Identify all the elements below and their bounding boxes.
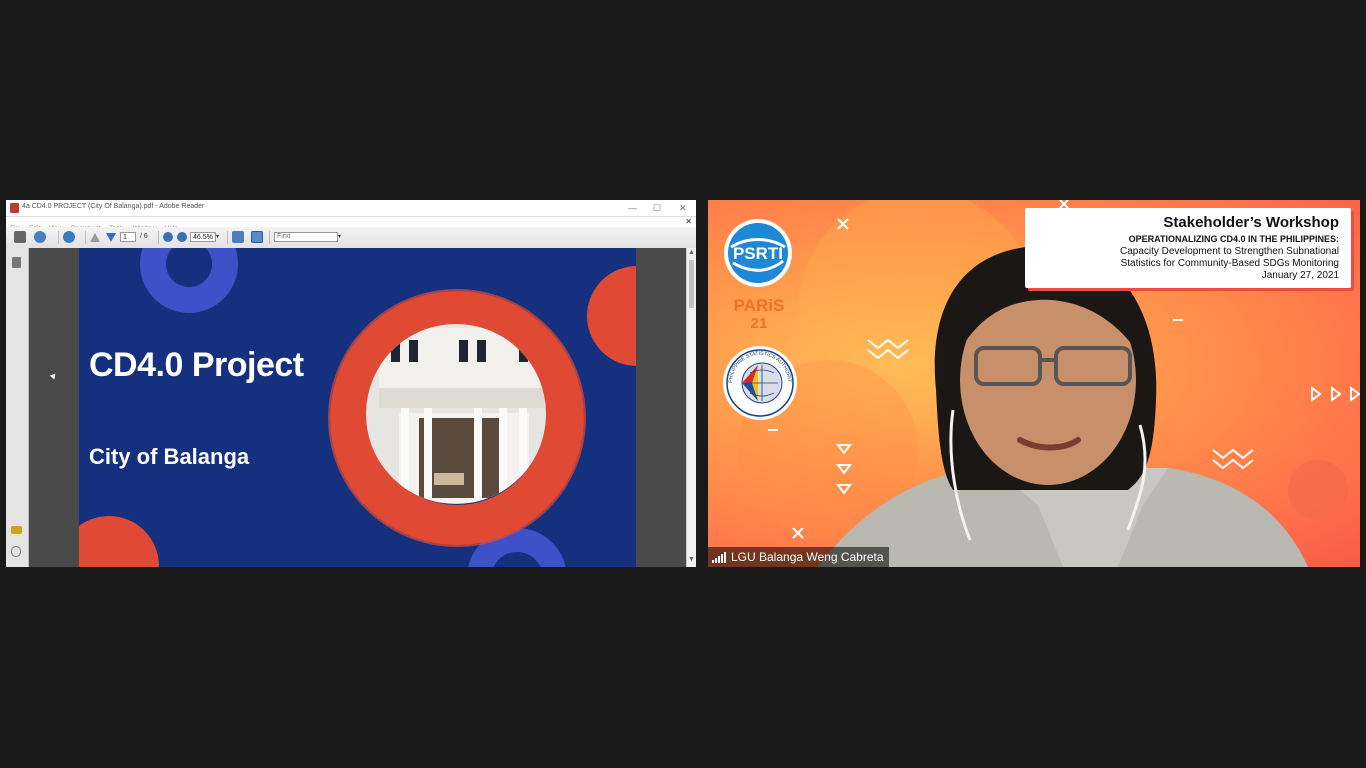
previous-page-icon[interactable] [90, 233, 100, 242]
print-icon[interactable] [14, 231, 26, 243]
banner-line-2: Statistics for Community-Based SDGs Moni… [1120, 258, 1339, 269]
screen-share-tile[interactable]: 4a CD4.0 PROJECT (City Of Balanga).pdf -… [6, 200, 696, 567]
scroll-thumb[interactable] [689, 260, 694, 308]
document-area[interactable]: CD4.0 Project City of Balanga [29, 248, 686, 567]
workshop-banner: Stakeholder’s Workshop OPERATIONALIZING … [1025, 208, 1351, 288]
paris21-logo: PARiS 21 [733, 296, 785, 332]
vertical-scrollbar[interactable]: ▲ ▼ [686, 248, 696, 567]
pdf-file-icon [10, 203, 19, 213]
attachments-icon[interactable] [11, 546, 21, 557]
reader-title-bar: 4a CD4.0 PROJECT (City Of Balanga).pdf -… [6, 200, 696, 217]
zoom-input[interactable]: 46.5% [190, 232, 216, 242]
close-button[interactable]: ✕ [679, 202, 687, 214]
banner-subtitle: OPERATIONALIZING CD4.0 IN THE PHILIPPINE… [1128, 234, 1339, 244]
participant-name: LGU Balanga Weng Cabreta [731, 550, 884, 564]
banner-title: Stakeholder’s Workshop [1163, 214, 1339, 231]
pages-icon[interactable] [12, 257, 21, 268]
signal-bars-icon [712, 551, 726, 563]
zoom-dropdown-icon[interactable]: ▾ [216, 232, 219, 244]
menu-bar: File Edit View Document Tools Window Hel… [6, 217, 696, 232]
maximize-button[interactable]: ☐ [653, 202, 661, 214]
window-title: 4a CD4.0 PROJECT (City Of Balanga).pdf -… [22, 203, 205, 210]
fit-width-icon[interactable] [251, 231, 263, 243]
fit-page-icon[interactable] [232, 231, 244, 243]
participant-name-tag: LGU Balanga Weng Cabreta [708, 547, 889, 567]
navigation-panel [6, 248, 29, 567]
close-document-icon[interactable]: ✕ [685, 217, 692, 227]
create-pdf-icon[interactable] [34, 231, 46, 243]
page-total: / 6 [140, 233, 148, 240]
zoom-in-icon[interactable] [177, 232, 187, 242]
slide-graphics [79, 248, 636, 567]
svg-text:PSRTI: PSRTI [733, 244, 783, 263]
find-input[interactable] [274, 232, 338, 242]
slide-subtitle: City of Balanga [89, 444, 250, 469]
scroll-up-icon[interactable]: ▲ [688, 249, 695, 256]
find-dropdown-icon[interactable]: ▾ [338, 232, 341, 244]
page-number-input[interactable]: 1 [120, 232, 136, 242]
mouse-cursor-icon [49, 373, 58, 381]
comments-icon[interactable] [11, 526, 22, 534]
next-page-icon[interactable] [106, 233, 116, 242]
scroll-down-icon[interactable]: ▼ [688, 556, 695, 563]
slide-title: CD4.0 Project [89, 346, 304, 384]
minimize-button[interactable]: — [628, 202, 637, 214]
psa-logo: PHILIPPINE STATISTICS AUTHORITY [722, 345, 797, 420]
participant-video-tile[interactable]: PSRTI PARiS 21 PHILIPPINE STATISTICS AUT… [708, 200, 1360, 567]
pdf-slide: CD4.0 Project City of Balanga [79, 248, 636, 567]
zoom-out-icon[interactable] [163, 232, 173, 242]
banner-line-1: Capacity Development to Strengthen Subna… [1119, 246, 1339, 257]
share-icon[interactable] [63, 231, 75, 243]
psrti-logo: PSRTI [724, 219, 792, 287]
reader-toolbar: 1 / 6 46.5% ▾ ▾ [6, 227, 696, 249]
banner-date: January 27, 2021 [1261, 270, 1339, 281]
